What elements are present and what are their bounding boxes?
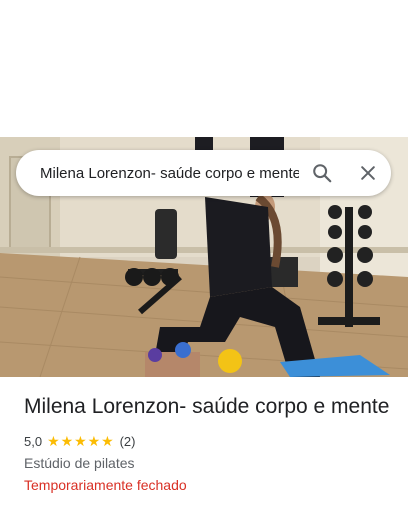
close-icon	[361, 166, 375, 180]
open-status: Temporariamente fechado	[24, 477, 187, 493]
clear-search-button[interactable]	[345, 150, 391, 196]
top-blank-area	[0, 0, 408, 137]
star-icon: ★	[101, 433, 114, 449]
rating-value: 5,0	[24, 433, 43, 449]
place-category[interactable]: Estúdio de pilates	[24, 454, 394, 472]
place-title: Milena Lorenzon- saúde corpo e mente	[24, 395, 390, 418]
search-input[interactable]: Milena Lorenzon- saúde corpo e mente	[40, 165, 299, 182]
rating-row[interactable]: 5,0 ★ ★ ★ ★ ★ (2)	[24, 432, 394, 450]
place-info-panel: Milena Lorenzon- saúde corpo e mente 5,0…	[24, 393, 394, 494]
star-icon: ★	[60, 433, 74, 449]
review-count[interactable]: (2)	[120, 434, 136, 449]
star-icon: ★	[74, 433, 87, 449]
search-icon	[313, 164, 332, 183]
search-button[interactable]	[299, 150, 345, 196]
star-icon: ★	[87, 433, 101, 449]
search-bar[interactable]: Milena Lorenzon- saúde corpo e mente	[16, 150, 391, 196]
rating-stars: ★ ★ ★ ★ ★	[47, 434, 115, 448]
star-icon: ★	[47, 433, 60, 449]
